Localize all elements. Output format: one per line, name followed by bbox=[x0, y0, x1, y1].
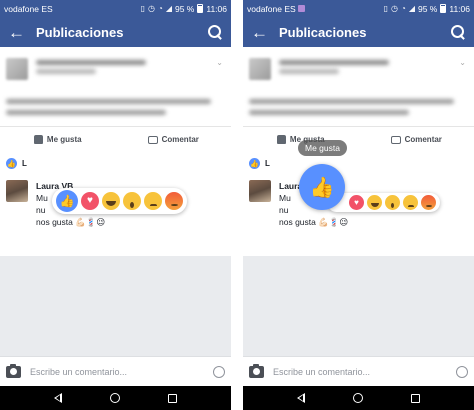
comment-text-line1: Mu bbox=[36, 193, 48, 203]
like-label: Me gusta bbox=[46, 135, 82, 144]
comment-icon bbox=[390, 135, 401, 144]
reaction-wow-icon[interactable] bbox=[385, 195, 400, 210]
comment-button[interactable]: Comentar bbox=[359, 135, 474, 144]
battery-icon bbox=[440, 4, 447, 13]
author-avatar[interactable] bbox=[249, 58, 271, 80]
android-nav-bar bbox=[243, 386, 474, 410]
alarm-icon: ◷ bbox=[391, 4, 398, 13]
status-bar: vodafone ES ▯ ◷ ◔ ◢ 95 % 11:06 bbox=[0, 0, 231, 17]
camera-icon[interactable] bbox=[249, 363, 264, 378]
comment-compose-bar: Escribe un comentario... bbox=[0, 356, 231, 386]
comment-text-line3: nos gusta 💪🏻💈😉 bbox=[279, 217, 349, 227]
author-info-blurred bbox=[279, 56, 389, 88]
reaction-tooltip: Me gusta bbox=[298, 140, 347, 156]
post-text-blurred bbox=[6, 93, 221, 115]
comment-text-line1: Mu bbox=[279, 193, 291, 203]
author-avatar[interactable] bbox=[6, 58, 28, 80]
thumbs-up-icon bbox=[276, 135, 286, 144]
thumbs-up-icon bbox=[33, 135, 43, 144]
comment-input[interactable]: Escribe un comentario... bbox=[273, 367, 456, 377]
likes-summary-text: L bbox=[22, 159, 27, 168]
likes-summary[interactable]: 👍 L bbox=[249, 158, 270, 169]
reaction-wow-icon[interactable] bbox=[123, 192, 141, 210]
comment-label: Comentar bbox=[161, 135, 199, 144]
wifi-icon: ◔ bbox=[157, 4, 163, 13]
time-label: 11:06 bbox=[449, 3, 470, 14]
nav-recents-icon[interactable] bbox=[411, 393, 421, 403]
comment-button[interactable]: Comentar bbox=[116, 135, 232, 144]
time-label: 11:06 bbox=[206, 3, 227, 14]
reaction-like-icon[interactable]: 👍 bbox=[56, 190, 78, 212]
reaction-love-icon[interactable]: ♥ bbox=[81, 192, 99, 210]
nav-home-icon[interactable] bbox=[110, 393, 121, 403]
comment-text-line3: nos gusta 💪🏻💈😉 bbox=[36, 217, 106, 227]
signal-icon: ◢ bbox=[408, 4, 415, 13]
emoji-icon[interactable] bbox=[213, 365, 225, 378]
comment-avatar[interactable] bbox=[6, 180, 28, 202]
post-header: ⌄ bbox=[249, 56, 468, 88]
reactions-bar: 👍 ♥ bbox=[52, 188, 187, 214]
comment-input[interactable]: Escribe un comentario... bbox=[30, 367, 213, 377]
signal-icon: ◢ bbox=[165, 4, 172, 13]
battery-icon bbox=[197, 4, 204, 13]
comment-label: Comentar bbox=[404, 135, 442, 144]
comment-text-line2: nu bbox=[279, 205, 289, 215]
emoji-icon[interactable] bbox=[456, 365, 468, 378]
search-icon[interactable] bbox=[207, 24, 223, 40]
post-header: ⌄ bbox=[6, 56, 225, 88]
page-title: Publicaciones bbox=[36, 24, 124, 40]
chevron-down-icon[interactable]: ⌄ bbox=[459, 58, 466, 67]
post-actions: Me gusta Comentar bbox=[0, 126, 231, 152]
chevron-down-icon[interactable]: ⌄ bbox=[216, 58, 223, 67]
author-info-blurred bbox=[36, 56, 146, 88]
reaction-sad-icon[interactable] bbox=[403, 195, 418, 210]
reaction-love-icon[interactable]: ♥ bbox=[349, 195, 364, 210]
vibrate-icon: ▯ bbox=[383, 4, 388, 13]
likes-summary[interactable]: 👍 L bbox=[6, 158, 27, 169]
phone-screen-right: vodafone ES ▯ ◷ ◔ ◢ 95 % 11:06 ← Publica… bbox=[243, 0, 474, 410]
like-badge-icon: 👍 bbox=[6, 158, 17, 169]
notification-icon bbox=[297, 4, 305, 12]
app-bar: ← Publicaciones bbox=[0, 17, 231, 47]
comment-avatar[interactable] bbox=[249, 180, 271, 202]
post-text-blurred bbox=[249, 93, 464, 115]
reaction-haha-icon[interactable] bbox=[367, 195, 382, 210]
page-title: Publicaciones bbox=[279, 24, 367, 40]
likes-summary-text: L bbox=[265, 159, 270, 168]
nav-recents-icon[interactable] bbox=[168, 393, 178, 403]
status-bar: vodafone ES ▯ ◷ ◔ ◢ 95 % 11:06 bbox=[243, 0, 474, 17]
reaction-angry-icon[interactable] bbox=[421, 195, 436, 210]
reactions-bar: ♥ bbox=[327, 193, 440, 212]
reaction-haha-icon[interactable] bbox=[102, 192, 120, 210]
battery-label: 95 % bbox=[417, 3, 438, 14]
alarm-icon: ◷ bbox=[148, 4, 155, 13]
empty-area bbox=[0, 256, 231, 356]
search-icon[interactable] bbox=[450, 24, 466, 40]
nav-home-icon[interactable] bbox=[353, 393, 364, 403]
reaction-sad-icon[interactable] bbox=[144, 192, 162, 210]
reaction-angry-icon[interactable] bbox=[165, 192, 183, 210]
carrier-label: vodafone ES bbox=[4, 3, 53, 14]
arrow-left-icon[interactable]: ← bbox=[251, 24, 273, 41]
comment-text-line2: nu bbox=[36, 205, 46, 215]
carrier-label: vodafone ES bbox=[247, 3, 296, 14]
post-actions: Me gusta Comentar bbox=[243, 126, 474, 152]
comment-compose-bar: Escribe un comentario... bbox=[243, 356, 474, 386]
camera-icon[interactable] bbox=[6, 363, 21, 378]
empty-area bbox=[243, 256, 474, 356]
app-bar: ← Publicaciones bbox=[243, 17, 474, 47]
wifi-icon: ◔ bbox=[400, 4, 406, 13]
battery-label: 95 % bbox=[174, 3, 195, 14]
reaction-like-enlarged-icon[interactable]: 👍 bbox=[299, 164, 345, 210]
like-badge-icon: 👍 bbox=[249, 158, 260, 169]
arrow-left-icon[interactable]: ← bbox=[8, 24, 30, 41]
vibrate-icon: ▯ bbox=[140, 4, 145, 13]
comment-icon bbox=[147, 135, 158, 144]
like-button[interactable]: Me gusta bbox=[0, 135, 116, 144]
android-nav-bar bbox=[0, 386, 231, 410]
nav-back-icon[interactable] bbox=[296, 393, 306, 403]
nav-back-icon[interactable] bbox=[53, 393, 63, 403]
phone-screen-left: vodafone ES ▯ ◷ ◔ ◢ 95 % 11:06 ← Publica… bbox=[0, 0, 231, 410]
